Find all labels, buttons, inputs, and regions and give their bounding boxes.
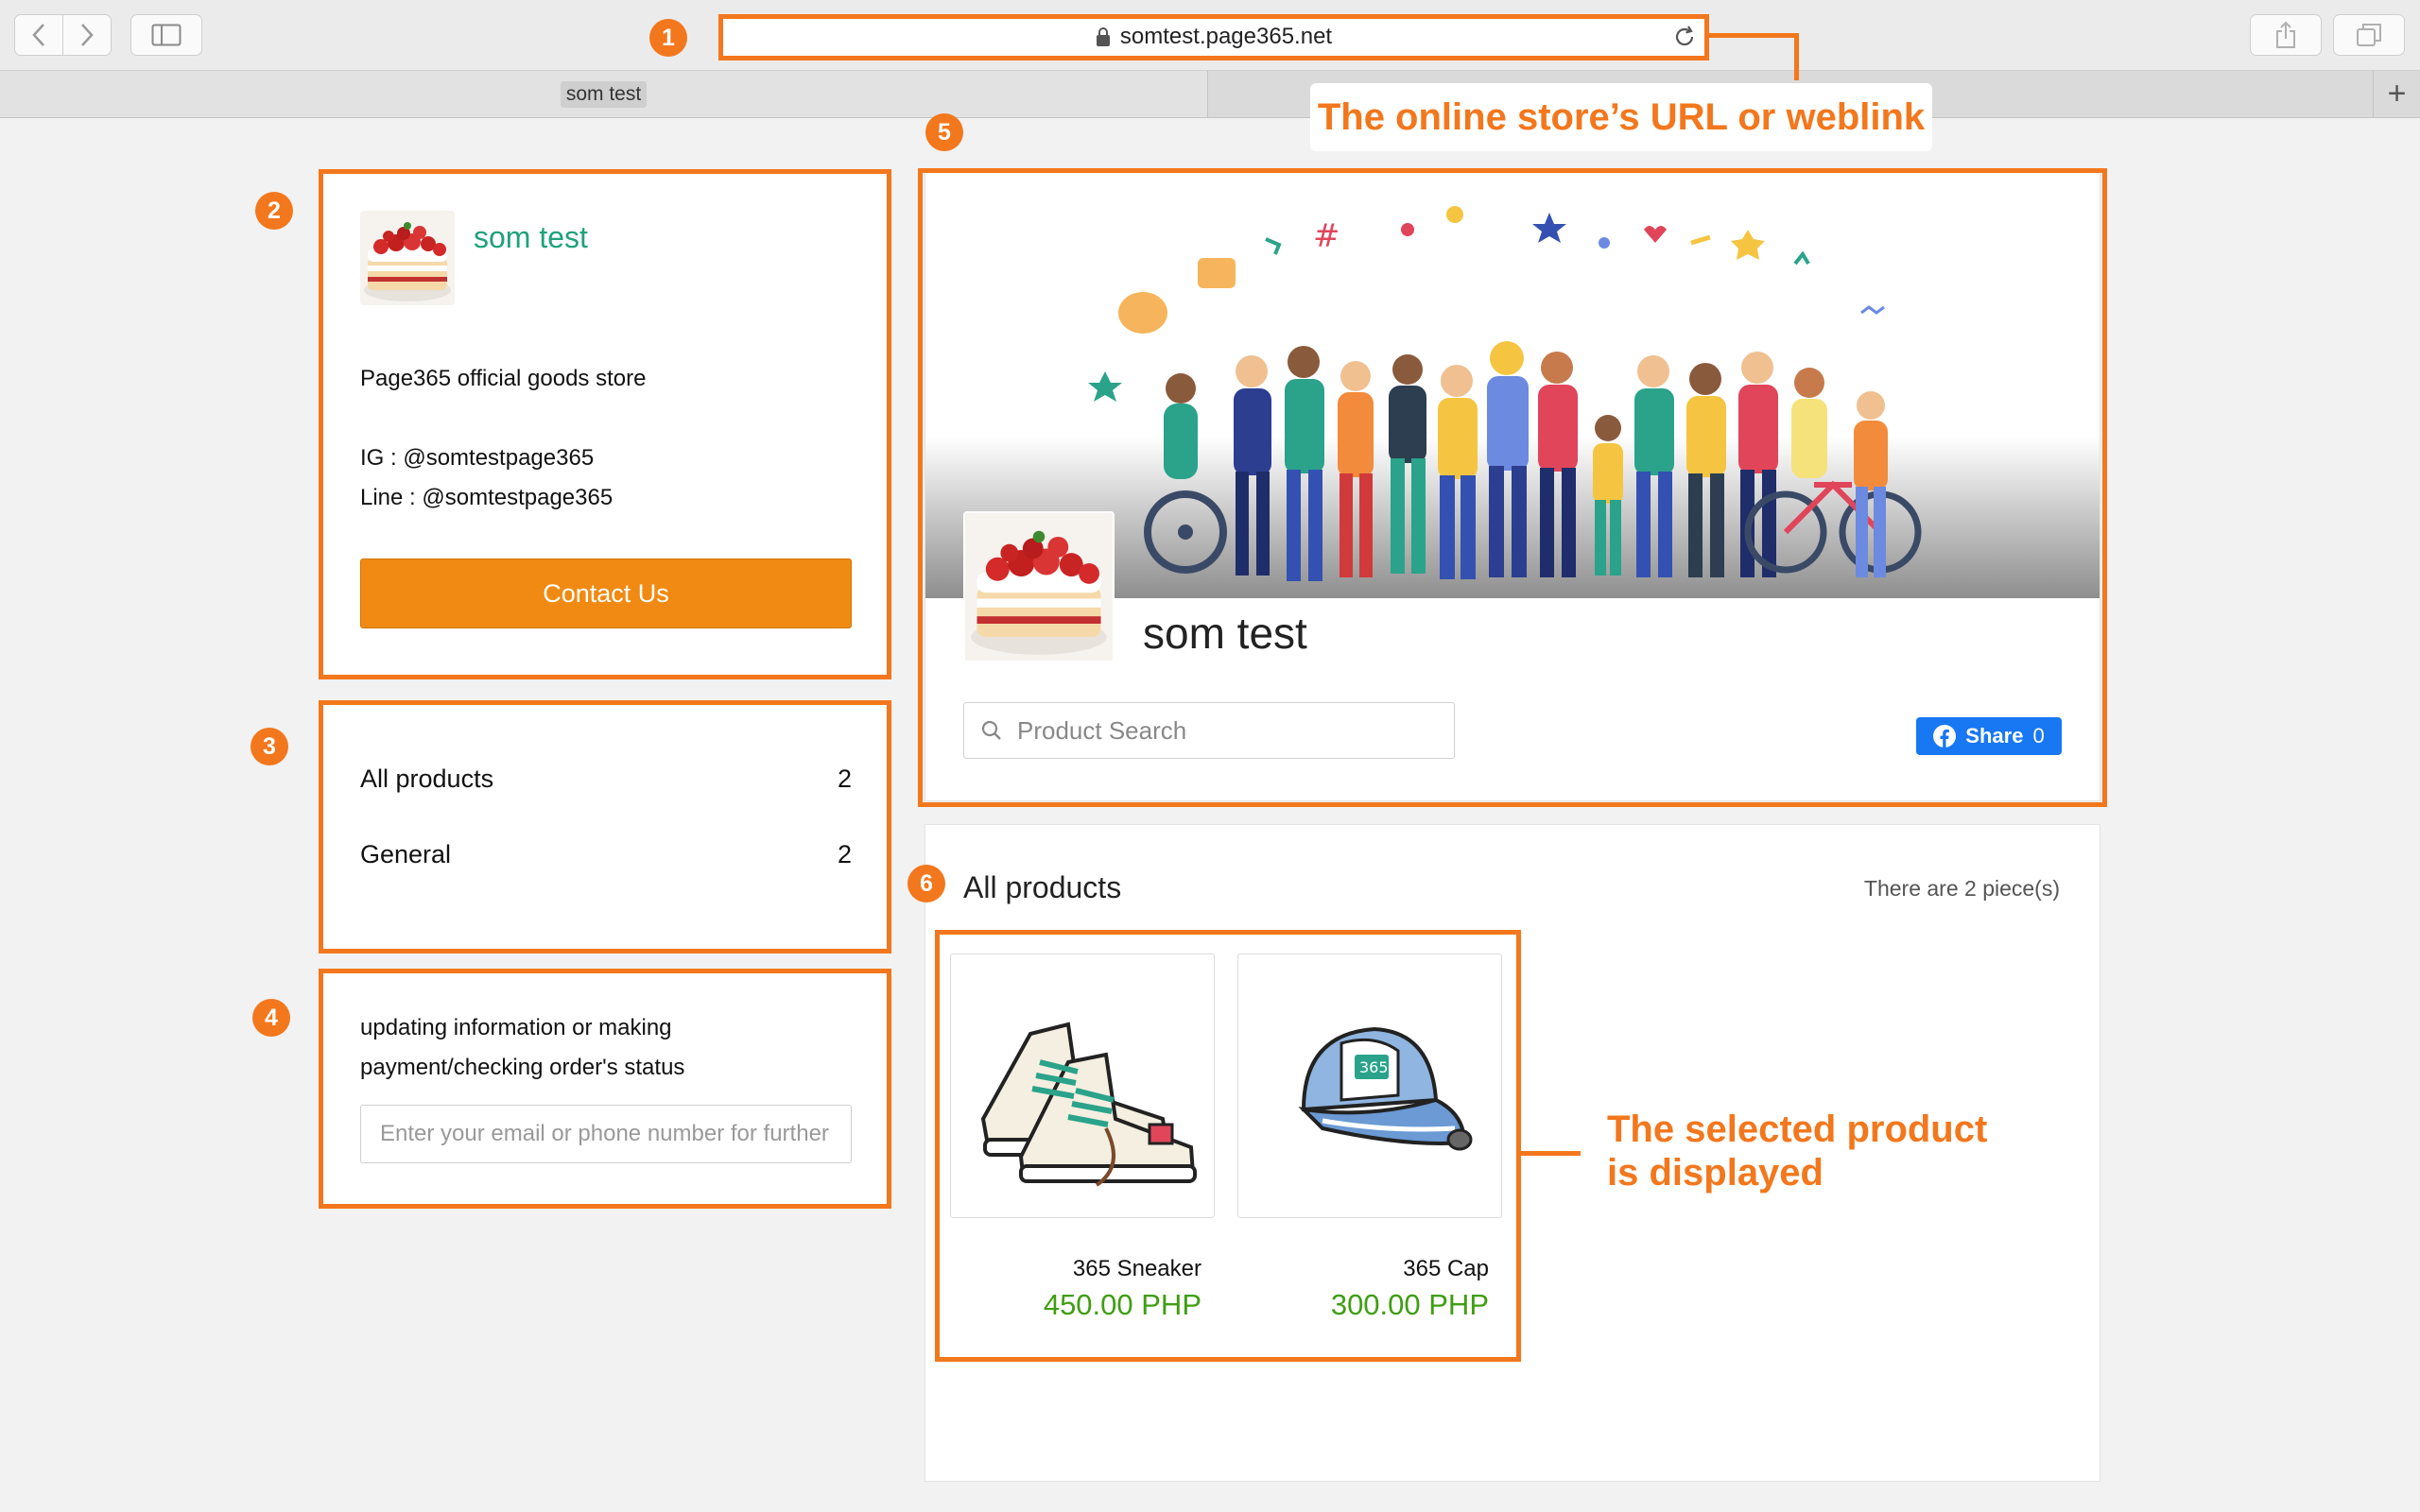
show-tabs-button[interactable] (2333, 14, 2405, 56)
connector-url (1709, 33, 1799, 38)
sidebar-toggle-button[interactable] (130, 14, 202, 56)
share-button[interactable] (2250, 14, 2322, 56)
badge-1: 1 (649, 19, 687, 57)
badge-3: 3 (251, 728, 288, 765)
chevron-left-icon (32, 24, 44, 46)
new-tab-button[interactable]: + (2373, 71, 2420, 117)
highlight-order-status (319, 969, 891, 1209)
share-icon (2276, 21, 2295, 48)
highlight-categories (319, 700, 891, 954)
annotation-product-label-line2: is displayed (1607, 1152, 1824, 1194)
badge-2: 2 (255, 192, 293, 230)
sidebar-icon (151, 24, 182, 46)
annotation-product-label-line1: The selected product (1607, 1108, 1988, 1150)
badge-5: 5 (925, 113, 963, 151)
tabs-icon (2357, 24, 2381, 46)
highlight-url (718, 14, 1709, 60)
connector-products (1521, 1151, 1581, 1156)
back-button[interactable] (14, 14, 63, 56)
products-title: All products (963, 870, 1122, 904)
annotation-url-label: The online store’s URL or weblink (1310, 83, 1932, 151)
highlight-profile (319, 169, 891, 679)
highlight-banner (918, 168, 2107, 807)
products-count: There are 2 piece(s) (1863, 876, 2060, 901)
tab-title: som test (560, 80, 648, 108)
chevron-right-icon (81, 24, 94, 46)
connector-url (1794, 33, 1799, 80)
badge-6: 6 (908, 865, 945, 902)
tab-som-test[interactable]: som test (0, 71, 1208, 117)
badge-4: 4 (252, 999, 290, 1037)
tab-bar: som test + (0, 71, 2420, 118)
forward-button[interactable] (62, 14, 112, 56)
highlight-products (935, 930, 1521, 1362)
